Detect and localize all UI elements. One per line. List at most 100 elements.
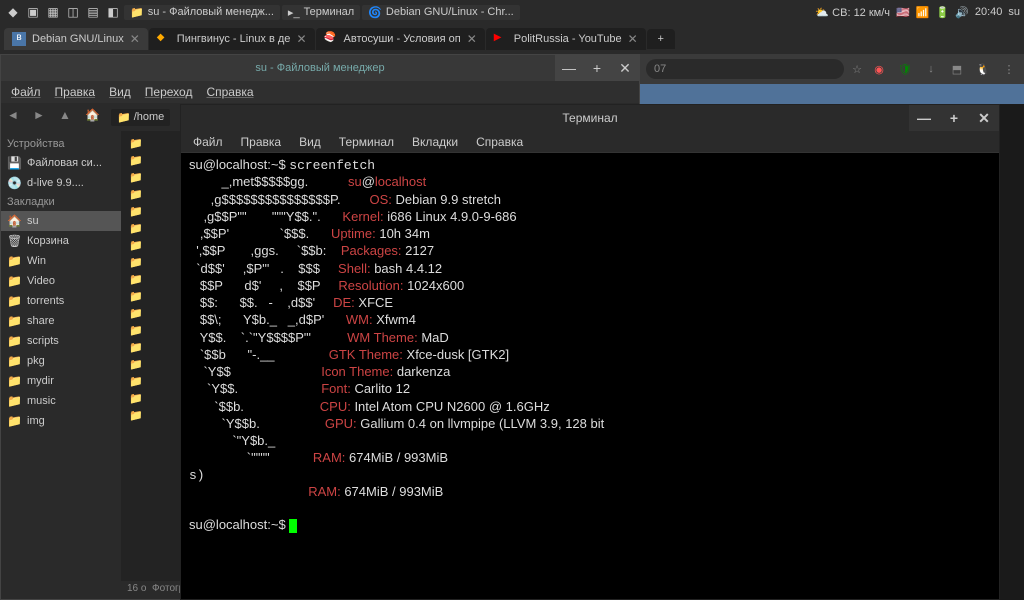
url-input[interactable]: 07	[646, 59, 844, 79]
sidebar-item-device[interactable]: 💿d-live 9.9....	[1, 173, 121, 193]
menu-file[interactable]: Файл	[5, 83, 47, 101]
volume-icon[interactable]: 🔊	[955, 6, 969, 19]
folder-icon: 📁	[7, 414, 21, 428]
fm-icon[interactable]: ▣	[24, 3, 42, 21]
folder-icon: 📁	[129, 137, 145, 150]
sidebar-item-bookmark[interactable]: 📁img	[1, 411, 121, 431]
sidebar-item-bookmark[interactable]: 📁Video	[1, 271, 121, 291]
ext-icon[interactable]: ↓	[922, 60, 940, 78]
folder-icon: 📁	[129, 341, 145, 354]
sidebar-item-bookmark[interactable]: 📁share	[1, 311, 121, 331]
sidebar-item-device[interactable]: 💾Файловая си...	[1, 153, 121, 173]
app-icon[interactable]: ▦	[44, 3, 62, 21]
folder-icon: 📁	[129, 307, 145, 320]
up-icon[interactable]: ▲	[59, 108, 77, 126]
new-tab-button[interactable]: +	[647, 29, 675, 49]
menu-icon[interactable]: ⋮	[1000, 60, 1018, 78]
browser-tab[interactable]: ▶PolitRussia - YouTube✕	[486, 28, 646, 50]
path-bar[interactable]: 📁 /home	[111, 109, 170, 126]
menu-view[interactable]: Вид	[103, 83, 137, 101]
ext-icon[interactable]: 🛡	[896, 60, 914, 78]
menu-go[interactable]: Переход	[139, 83, 199, 101]
sidebar-item-bookmark[interactable]: 🗑Корзина	[1, 231, 121, 251]
terminal-output[interactable]: su@localhost:~$ screenfetch _,met$$$$$gg…	[181, 153, 999, 539]
taskbar: ◆ ▣ ▦ ◫ ▤ ◧ 📁 su - Файловый менедж... ▸_…	[0, 0, 1024, 24]
browser-tab[interactable]: вDebian GNU/Linux✕	[4, 28, 148, 50]
taskbar-item[interactable]: 🌀 Debian GNU/Linux - Chr...	[362, 5, 519, 20]
app-icon-4[interactable]: ◧	[104, 3, 122, 21]
menu-edit[interactable]: Правка	[233, 133, 290, 151]
app-icon-2[interactable]: ◫	[64, 3, 82, 21]
browser-tab[interactable]: ◆Пингвинус - Linux в де✕	[149, 28, 315, 50]
menu-edit[interactable]: Правка	[49, 83, 102, 101]
folder-icon: 📁	[129, 392, 145, 405]
forward-icon[interactable]: ►	[33, 108, 51, 126]
close-button[interactable]: ✕	[611, 55, 639, 81]
site-icon: ◆	[157, 32, 171, 46]
menu-help[interactable]: Справка	[200, 83, 259, 101]
folder-icon: 📁	[129, 273, 145, 286]
page-content	[640, 84, 1024, 104]
folder-icon: 📁	[7, 374, 21, 388]
home-icon[interactable]: 🏠	[85, 108, 103, 126]
maximize-button[interactable]: +	[939, 105, 969, 131]
close-icon[interactable]: ✕	[296, 32, 306, 46]
weather-widget[interactable]: ⛅ СВ: 12 км/ч	[815, 6, 890, 19]
app-icon-3[interactable]: ▤	[84, 3, 102, 21]
site-icon: 🍣	[324, 32, 338, 46]
ext-icon[interactable]: ⬒	[948, 60, 966, 78]
taskbar-item[interactable]: 📁 su - Файловый менедж...	[124, 5, 280, 20]
menu-view[interactable]: Вид	[291, 133, 329, 151]
window-title: Терминал	[562, 111, 617, 125]
menu-terminal[interactable]: Терминал	[331, 133, 402, 151]
star-icon[interactable]: ☆	[852, 63, 862, 76]
folder-icon: 📁	[7, 334, 21, 348]
maximize-button[interactable]: +	[583, 55, 611, 81]
close-icon[interactable]: ✕	[628, 32, 638, 46]
folder-icon: 📁	[129, 205, 145, 218]
menu-help[interactable]: Справка	[468, 133, 531, 151]
ext-icon[interactable]: ◉	[870, 60, 888, 78]
clock[interactable]: 20:40	[975, 6, 1003, 18]
network-icon[interactable]: 📶	[916, 6, 930, 19]
minimize-button[interactable]: —	[555, 55, 583, 81]
youtube-icon: ▶	[494, 32, 508, 46]
window-title: su - Файловый менеджер	[255, 62, 384, 74]
window-titlebar[interactable]: su - Файловый менеджер — + ✕	[1, 55, 639, 81]
browser-tab[interactable]: 🍣Автосуши - Условия оп✕	[316, 28, 485, 50]
close-button[interactable]: ✕	[969, 105, 999, 131]
close-icon[interactable]: ✕	[130, 32, 140, 46]
folder-icon: 🏠	[7, 214, 21, 228]
sidebar-item-bookmark[interactable]: 📁scripts	[1, 331, 121, 351]
sidebar-item-bookmark[interactable]: 📁mydir	[1, 371, 121, 391]
user-label[interactable]: su	[1008, 6, 1020, 18]
folder-icon: 📁	[7, 294, 21, 308]
window-titlebar[interactable]: Терминал — + ✕	[181, 105, 999, 131]
folder-icon: 🗑	[7, 234, 21, 248]
browser-tabstrip: вDebian GNU/Linux✕ ◆Пингвинус - Linux в …	[0, 24, 1024, 54]
sidebar-item-bookmark[interactable]: 📁Win	[1, 251, 121, 271]
minimize-button[interactable]: —	[909, 105, 939, 131]
vk-icon: в	[12, 32, 26, 46]
folder-icon: 📁	[129, 154, 145, 167]
back-icon[interactable]: ◄	[7, 108, 25, 126]
ext-icon[interactable]: 🐧	[974, 60, 992, 78]
menu-file[interactable]: Файл	[185, 133, 231, 151]
disc-icon: 💿	[7, 176, 21, 190]
sidebar-item-bookmark[interactable]: 📁music	[1, 391, 121, 411]
folder-icon: 📁	[7, 354, 21, 368]
flag-icon[interactable]: 🇺🇸	[896, 6, 910, 19]
folder-icon: 📁	[7, 254, 21, 268]
menu-icon[interactable]: ◆	[4, 3, 22, 21]
drive-icon: 💾	[7, 156, 21, 170]
sidebar-item-bookmark[interactable]: 📁pkg	[1, 351, 121, 371]
close-icon[interactable]: ✕	[467, 32, 477, 46]
folder-icon: 📁	[7, 274, 21, 288]
sidebar-item-bookmark[interactable]: 🏠su	[1, 211, 121, 231]
folder-icon: 📁	[129, 358, 145, 371]
menu-tabs[interactable]: Вкладки	[404, 133, 466, 151]
folder-icon: 📁	[7, 394, 21, 408]
taskbar-item[interactable]: ▸_ Терминал	[282, 5, 360, 20]
sidebar-item-bookmark[interactable]: 📁torrents	[1, 291, 121, 311]
battery-icon[interactable]: 🔋	[935, 6, 949, 19]
